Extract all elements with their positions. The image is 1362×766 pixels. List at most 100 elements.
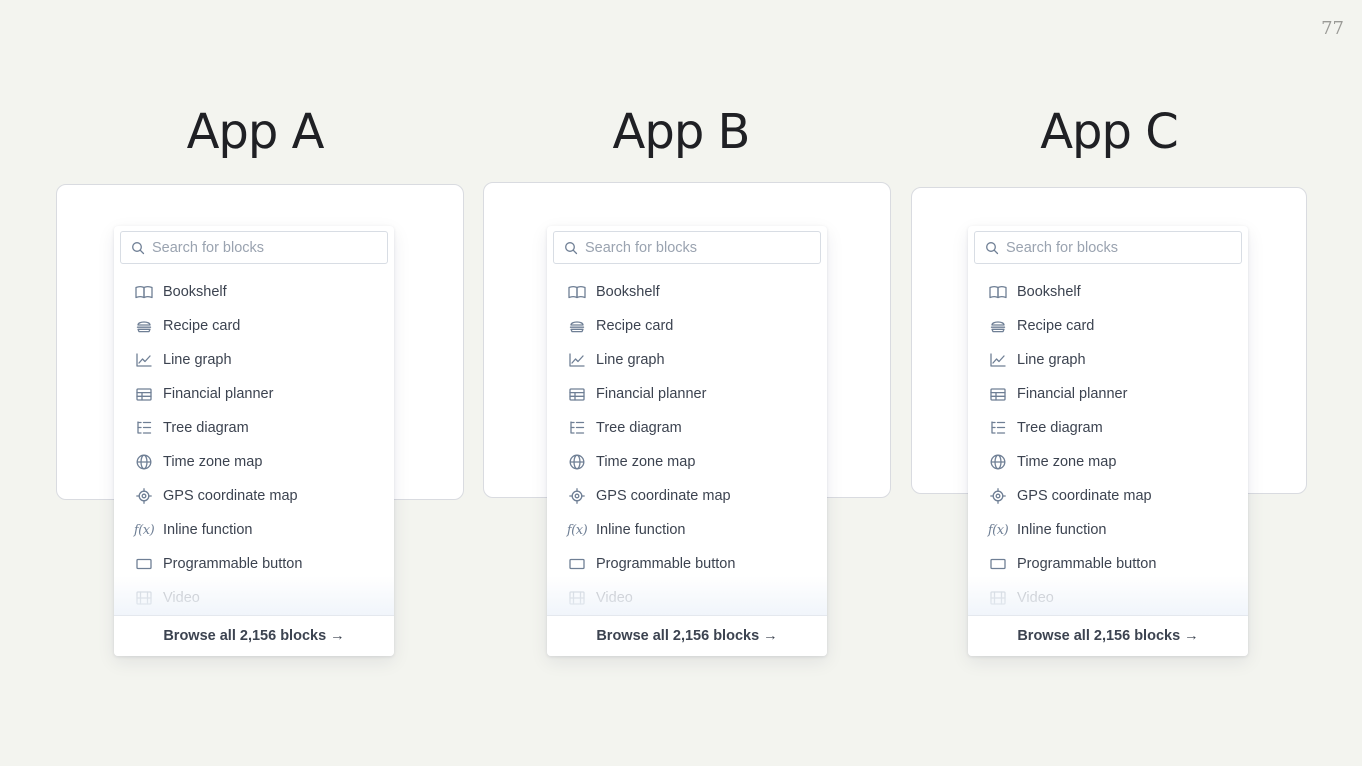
target-icon [134,486,154,506]
menu-item-label: Bookshelf [596,284,660,300]
menu-item-inline-function[interactable]: f(x) Inline function [114,513,394,547]
book-icon [567,282,587,302]
book-icon [134,282,154,302]
menu-item-gps-coordinate-map[interactable]: GPS coordinate map [547,479,827,513]
menu-item-financial-planner[interactable]: Financial planner [968,377,1248,411]
menu-item-financial-planner[interactable]: Financial planner [547,377,827,411]
button-icon [988,554,1008,574]
menu-item-line-graph[interactable]: Line graph [547,343,827,377]
app-panel-b: App B Bookshelf Recipe card Line graph F… [477,0,897,766]
menu-item-label: Recipe card [596,318,674,334]
app-panel-a: App A Bookshelf Recipe card Line graph F… [50,0,470,766]
menu-item-programmable-button[interactable]: Programmable button [114,547,394,581]
menu-item-label: Programmable button [596,556,736,572]
search-field[interactable] [120,231,388,264]
menu-item-bookshelf[interactable]: Bookshelf [114,275,394,309]
browse-all-blocks-button[interactable]: Browse all 2,156 blocks → [114,615,394,656]
burger-icon [988,316,1008,336]
tree-icon [134,418,154,438]
menu-item-gps-coordinate-map[interactable]: GPS coordinate map [968,479,1248,513]
menu-item-financial-planner[interactable]: Financial planner [114,377,394,411]
menu-item-video[interactable]: Video [114,581,394,615]
menu-item-tree-diagram[interactable]: Tree diagram [114,411,394,445]
menu-item-tree-diagram[interactable]: Tree diagram [968,411,1248,445]
menu-item-inline-function[interactable]: f(x) Inline function [968,513,1248,547]
menu-item-time-zone-map[interactable]: Time zone map [968,445,1248,479]
menu-item-bookshelf[interactable]: Bookshelf [968,275,1248,309]
app-title: App B [612,104,751,160]
menu-item-label: Tree diagram [596,420,682,436]
book-icon [988,282,1008,302]
line-graph-icon [134,350,154,370]
search-field[interactable] [974,231,1242,264]
menu-item-label: Line graph [1017,352,1086,368]
function-icon: f(x) [987,522,1009,538]
menu-item-time-zone-map[interactable]: Time zone map [547,445,827,479]
tree-icon [988,418,1008,438]
menu-item-gps-coordinate-map[interactable]: GPS coordinate map [114,479,394,513]
menu-item-label: Financial planner [596,386,707,402]
menu-item-label: Inline function [596,522,686,538]
menu-item-video[interactable]: Video [547,581,827,615]
block-list: Bookshelf Recipe card Line graph Financi… [968,275,1248,615]
film-icon [567,588,587,608]
menu-item-recipe-card[interactable]: Recipe card [547,309,827,343]
browse-all-blocks-button[interactable]: Browse all 2,156 blocks → [547,615,827,656]
button-icon [134,554,154,574]
film-icon [134,588,154,608]
browse-all-label: Browse all 2,156 blocks → [163,628,345,644]
menu-item-label: Video [1017,590,1054,606]
menu-item-label: Tree diagram [1017,420,1103,436]
menu-item-video[interactable]: Video [968,581,1248,615]
browse-all-label: Browse all 2,156 blocks → [1017,628,1199,644]
block-list: Bookshelf Recipe card Line graph Financi… [114,275,394,615]
menu-item-label: GPS coordinate map [596,488,731,504]
app-title: App A [186,104,325,160]
menu-item-label: Time zone map [1017,454,1117,470]
function-icon: f(x) [566,522,588,538]
menu-item-label: Recipe card [163,318,241,334]
menu-item-label: Video [596,590,633,606]
button-icon [567,554,587,574]
menu-item-label: Inline function [163,522,253,538]
menu-item-label: Tree diagram [163,420,249,436]
globe-icon [988,452,1008,472]
menu-item-label: Bookshelf [1017,284,1081,300]
menu-item-tree-diagram[interactable]: Tree diagram [547,411,827,445]
menu-item-programmable-button[interactable]: Programmable button [547,547,827,581]
browse-all-label: Browse all 2,156 blocks → [596,628,778,644]
line-graph-icon [567,350,587,370]
browse-all-blocks-button[interactable]: Browse all 2,156 blocks → [968,615,1248,656]
block-menu: Bookshelf Recipe card Line graph Financi… [547,226,827,656]
menu-item-recipe-card[interactable]: Recipe card [114,309,394,343]
menu-item-label: Recipe card [1017,318,1095,334]
function-icon: f(x) [133,522,155,538]
menu-item-recipe-card[interactable]: Recipe card [968,309,1248,343]
search-icon [986,241,999,254]
menu-item-time-zone-map[interactable]: Time zone map [114,445,394,479]
table-icon [567,384,587,404]
search-input[interactable] [1006,239,1226,256]
target-icon [567,486,587,506]
search-icon [565,241,578,254]
menu-item-label: GPS coordinate map [163,488,298,504]
search-input[interactable] [585,239,805,256]
menu-item-inline-function[interactable]: f(x) Inline function [547,513,827,547]
menu-item-line-graph[interactable]: Line graph [968,343,1248,377]
search-input[interactable] [152,239,372,256]
menu-item-label: Time zone map [163,454,263,470]
menu-item-label: Line graph [596,352,665,368]
menu-item-programmable-button[interactable]: Programmable button [968,547,1248,581]
menu-item-label: Video [163,590,200,606]
menu-item-label: Bookshelf [163,284,227,300]
app-title: App C [1040,104,1179,160]
search-field[interactable] [553,231,821,264]
menu-item-line-graph[interactable]: Line graph [114,343,394,377]
burger-icon [134,316,154,336]
menu-item-label: Time zone map [596,454,696,470]
menu-item-bookshelf[interactable]: Bookshelf [547,275,827,309]
menu-item-label: Programmable button [163,556,303,572]
globe-icon [567,452,587,472]
menu-item-label: Inline function [1017,522,1107,538]
burger-icon [567,316,587,336]
